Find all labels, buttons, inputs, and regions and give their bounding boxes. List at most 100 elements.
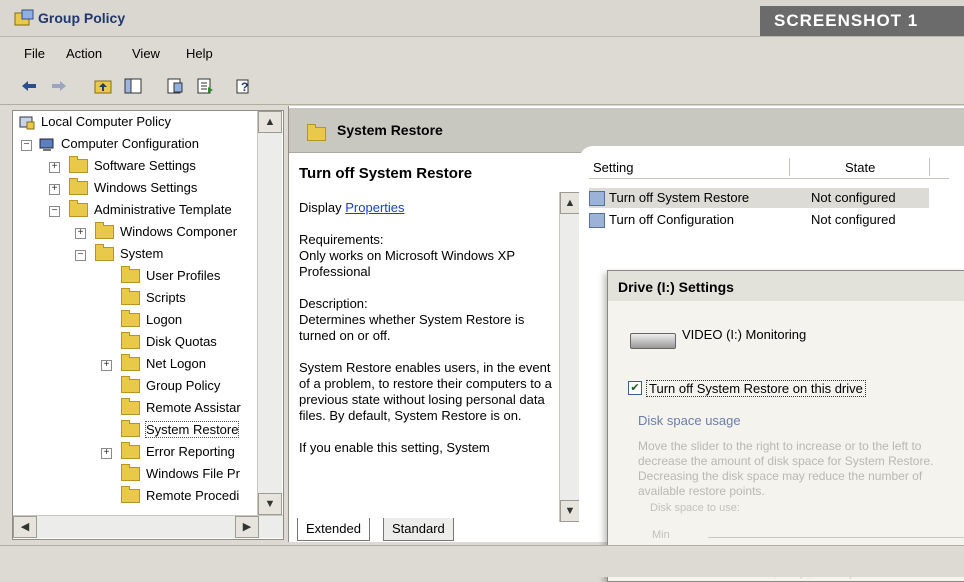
setting-state: Not configured — [811, 212, 896, 227]
folder-icon — [95, 243, 114, 261]
tree-item-error-reporting[interactable]: Error Reporting — [121, 441, 235, 463]
setting-name: Turn off Configuration — [609, 212, 735, 227]
forward-arrow-icon[interactable] — [50, 77, 68, 95]
tree-item-logon[interactable]: Logon — [121, 309, 182, 331]
folder-icon — [69, 177, 88, 195]
policy-title: Turn off System Restore — [299, 165, 473, 182]
list-header: Setting State — [589, 158, 949, 179]
column-divider[interactable] — [789, 158, 790, 176]
tree-item-label: Administrative Template — [94, 202, 232, 217]
screenshot-badge: SCREENSHOT 1 — [760, 6, 964, 36]
checkbox-label[interactable]: Turn off System Restore on this drive — [646, 380, 866, 397]
tree-item-label: Group Policy — [146, 378, 221, 393]
view-tabs: Extended Standard — [289, 516, 619, 542]
help-icon[interactable]: ? — [234, 77, 252, 95]
tree-item-group-policy[interactable]: Group Policy — [121, 375, 220, 397]
group-policy-app-icon — [14, 9, 34, 26]
drive-label: VIDEO (I:) Monitoring — [682, 327, 807, 342]
disk-space-help-text: Move the slider to the right to increase… — [638, 439, 934, 498]
scroll-right-icon[interactable]: ▶ — [235, 516, 259, 538]
folder-icon — [121, 441, 140, 459]
back-arrow-icon[interactable] — [20, 77, 38, 95]
turn-off-restore-checkbox[interactable]: ✔ — [628, 381, 642, 395]
dialog-title-bar: Drive (I:) Settings — [608, 271, 964, 301]
tab-standard[interactable]: Standard — [383, 518, 454, 541]
tree-item-label: Local Computer Policy — [41, 114, 172, 129]
tree-item-label: Remote Assistar — [146, 400, 241, 415]
tree-item-label: Software Settings — [94, 158, 196, 173]
disk-space-group-label: Disk space usage — [638, 413, 741, 428]
extended-description: Turn off System Restore Display Properti… — [299, 166, 561, 472]
tree-item-user-profiles[interactable]: User Profiles — [121, 265, 220, 287]
collapse-toggle[interactable]: − — [21, 140, 32, 151]
menu-action[interactable]: Action — [66, 46, 102, 61]
tree-item-disk-quotas[interactable]: Disk Quotas — [121, 331, 217, 353]
properties-icon[interactable] — [166, 77, 184, 95]
scroll-up-icon[interactable]: ▲ — [258, 111, 282, 133]
table-row[interactable]: Turn off Configuration Not configured — [589, 210, 929, 230]
expand-toggle[interactable]: + — [101, 360, 112, 371]
collapse-toggle[interactable]: − — [49, 206, 60, 217]
folder-icon — [121, 287, 140, 305]
properties-link[interactable]: Properties — [345, 200, 404, 215]
tree-item-scripts[interactable]: Scripts — [121, 287, 186, 309]
open-folder-icon — [121, 419, 140, 437]
drive-settings-dialog: Drive (I:) Settings VIDEO (I:) Monitorin… — [607, 270, 964, 582]
policy-computer-icon — [19, 116, 35, 130]
tree-item-system[interactable]: System — [95, 243, 163, 265]
scroll-left-icon[interactable]: ◀ — [13, 516, 37, 538]
trailing-text: If you enable this setting, System — [299, 440, 490, 455]
tree-item-windows-file-protection[interactable]: Windows File Pr — [121, 463, 240, 485]
toolbar: ? — [0, 68, 964, 105]
tree-item-administrative-templates[interactable]: Administrative Template — [69, 199, 232, 221]
table-row[interactable]: Turn off System Restore Not configured — [589, 188, 929, 208]
status-bar — [0, 545, 964, 577]
menu-view[interactable]: View — [132, 46, 160, 61]
tree-horizontal-scrollbar[interactable]: ◀ ▶ — [13, 515, 283, 538]
display-label: Display — [299, 200, 346, 215]
dialog-title: Drive (I:) Settings — [618, 279, 734, 295]
folder-icon — [121, 309, 140, 327]
menu-file[interactable]: File — [24, 46, 45, 61]
expand-toggle[interactable]: + — [75, 228, 86, 239]
collapse-toggle[interactable]: − — [75, 250, 86, 261]
column-state[interactable]: State — [845, 160, 875, 175]
tree-item-computer-configuration[interactable]: Computer Configuration — [39, 133, 199, 155]
description-scrollbar[interactable]: ▲ ▼ — [559, 192, 580, 522]
tree-item-remote-procedure-call[interactable]: Remote Procedi — [121, 485, 239, 507]
export-list-icon[interactable] — [196, 77, 214, 95]
tree-item-label: System — [120, 246, 164, 261]
show-hide-tree-icon[interactable] — [124, 77, 142, 95]
disk-space-slider[interactable] — [708, 537, 964, 538]
drive-icon — [630, 333, 676, 349]
tree-vertical-scrollbar[interactable]: ▲ ▼ — [257, 111, 282, 515]
up-folder-icon[interactable] — [94, 77, 112, 95]
tree-item-label: Computer Configuration — [61, 136, 200, 151]
tree-item-label: Scripts — [146, 290, 186, 305]
expand-toggle[interactable]: + — [101, 448, 112, 459]
requirements-text: Requirements: Only works on Microsoft Wi… — [299, 232, 515, 279]
expand-toggle[interactable]: + — [49, 184, 60, 195]
slider-label: Disk space to use: — [650, 502, 740, 514]
tree-item-label: Net Logon — [146, 356, 206, 371]
menu-help[interactable]: Help — [186, 46, 213, 61]
tree-item-net-logon[interactable]: Net Logon — [121, 353, 206, 375]
folder-icon — [95, 221, 114, 239]
tree-item-label: Disk Quotas — [146, 334, 217, 349]
description-text: Description: Determines whether System R… — [299, 296, 525, 343]
column-divider[interactable] — [929, 158, 930, 176]
tree-item-local-computer-policy[interactable]: Local Computer Policy — [19, 111, 171, 133]
expand-toggle[interactable]: + — [49, 162, 60, 173]
scroll-down-icon[interactable]: ▼ — [258, 493, 282, 515]
folder-icon — [121, 353, 140, 371]
tree-item-software-settings[interactable]: Software Settings — [69, 155, 196, 177]
tree-item-windows-settings[interactable]: Windows Settings — [69, 177, 197, 199]
column-setting[interactable]: Setting — [593, 160, 633, 175]
tree-item-windows-components[interactable]: Windows Componer — [95, 221, 237, 243]
body-text: System Restore enables users, in the eve… — [299, 360, 552, 423]
tree-item-label: Error Reporting — [146, 444, 235, 459]
tree-item-system-restore[interactable]: System Restore — [121, 419, 240, 441]
tab-extended[interactable]: Extended — [297, 518, 370, 541]
tree-item-remote-assistance[interactable]: Remote Assistar — [121, 397, 241, 419]
scroll-up-icon[interactable]: ▲ — [560, 192, 580, 214]
